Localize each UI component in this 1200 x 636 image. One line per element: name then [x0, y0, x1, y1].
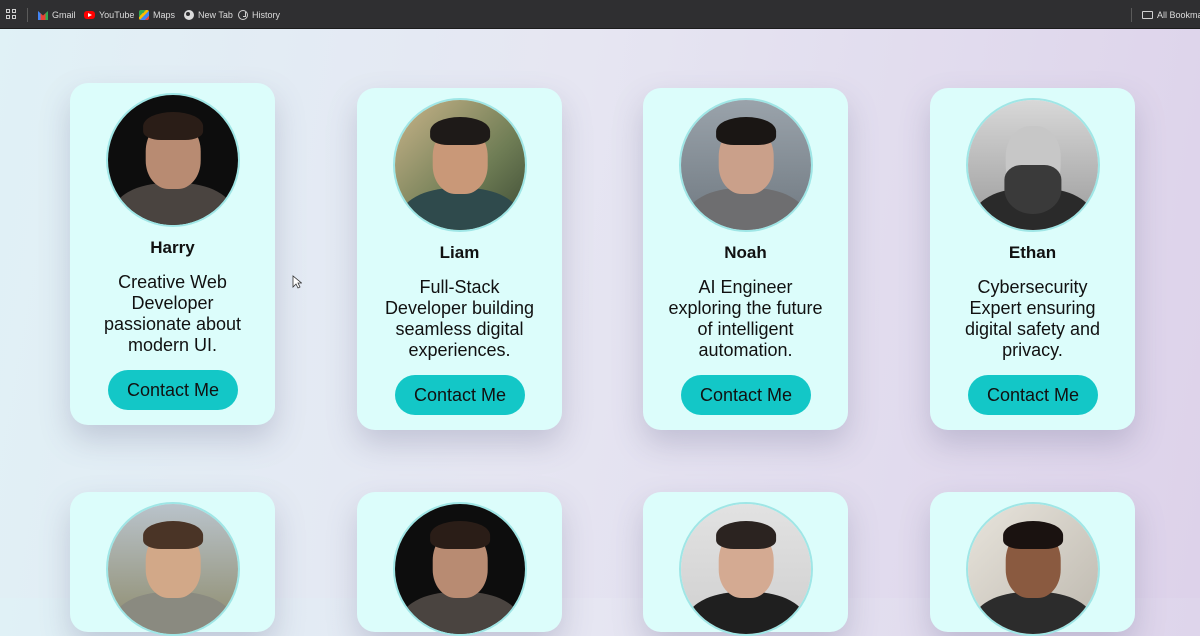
bookmark-label: YouTube — [99, 10, 135, 20]
all-bookmarks-label: All Bookmar — [1157, 10, 1200, 20]
avatar-photo — [679, 98, 813, 232]
bookmark-gmail[interactable]: Gmail — [38, 8, 76, 22]
bookmarks-divider — [27, 8, 28, 22]
history-icon — [238, 10, 248, 20]
avatar-photo — [679, 502, 813, 636]
maps-icon — [139, 10, 149, 20]
bookmark-maps[interactable]: Maps — [139, 8, 175, 22]
profile-card — [70, 492, 275, 636]
card-name: Harry — [150, 238, 195, 257]
folder-icon — [1142, 11, 1153, 19]
profile-card — [643, 492, 848, 636]
bookmark-label: Maps — [153, 10, 176, 20]
card-description: Cybersecurity Expert ensuring digital sa… — [964, 277, 1101, 360]
bookmark-label: New Tab — [198, 10, 233, 20]
mouse-cursor-icon — [292, 275, 302, 289]
gmail-icon — [38, 11, 48, 20]
bookmark-new-tab[interactable]: New Tab — [184, 8, 233, 22]
card-name: Noah — [724, 243, 767, 262]
youtube-icon — [84, 11, 95, 19]
bookmark-label: Gmail — [52, 10, 76, 20]
contact-me-button[interactable]: Contact Me — [108, 370, 238, 410]
avatar-photo — [106, 502, 240, 636]
globe-icon — [184, 10, 194, 20]
profile-card-liam: Liam Full-Stack Developer building seaml… — [357, 88, 562, 430]
card-name: Liam — [439, 243, 480, 262]
avatar-photo — [966, 98, 1100, 232]
profile-card — [357, 492, 562, 636]
profile-card-harry: Harry Creative Web Developer passionate … — [70, 83, 275, 425]
all-bookmarks-button[interactable]: All Bookmar — [1142, 8, 1200, 22]
apps-grid-icon[interactable] — [6, 9, 17, 20]
contact-me-button[interactable]: Contact Me — [681, 375, 811, 415]
profile-card — [930, 492, 1135, 636]
bookmarks-bar: Gmail YouTube Maps New Tab History All B… — [0, 0, 1200, 29]
profile-card-ethan: Ethan Cybersecurity Expert ensuring digi… — [930, 88, 1135, 430]
avatar-photo — [966, 502, 1100, 636]
card-description: Full-Stack Developer building seamless d… — [384, 277, 535, 360]
contact-me-button[interactable]: Contact Me — [968, 375, 1098, 415]
avatar-photo — [106, 93, 240, 227]
avatar-photo — [393, 98, 527, 232]
bookmark-history[interactable]: History — [238, 8, 280, 22]
card-description: Creative Web Developer passionate about … — [103, 272, 242, 355]
bookmark-label: History — [252, 10, 281, 20]
card-description: AI Engineer exploring the future of inte… — [668, 277, 823, 360]
bookmarks-divider — [1131, 8, 1132, 22]
profile-card-noah: Noah AI Engineer exploring the future of… — [643, 88, 848, 430]
bookmark-youtube[interactable]: YouTube — [84, 8, 134, 22]
card-name: Ethan — [1008, 243, 1057, 262]
contact-me-button[interactable]: Contact Me — [395, 375, 525, 415]
avatar-photo — [393, 502, 527, 636]
